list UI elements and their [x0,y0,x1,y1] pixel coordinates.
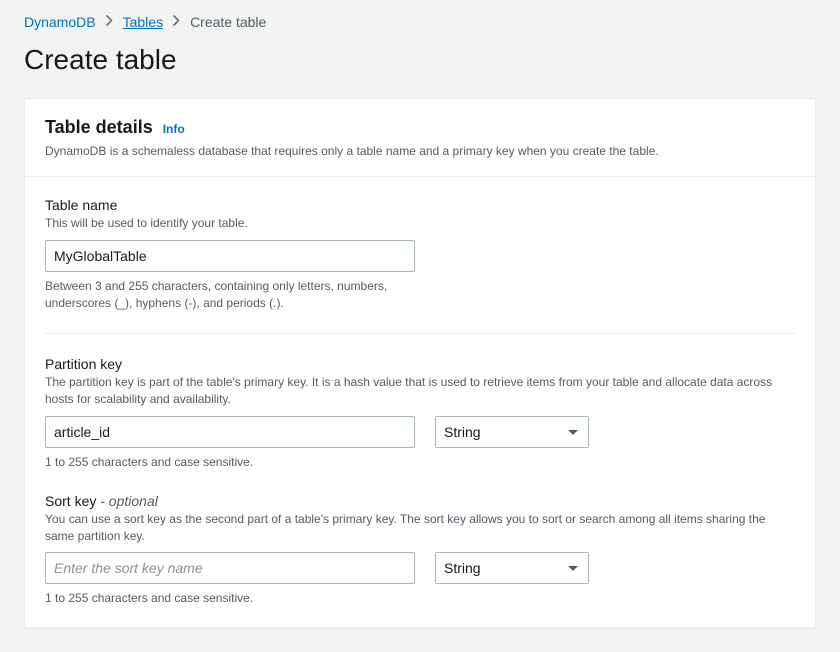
divider [45,333,795,334]
breadcrumb-tables[interactable]: Tables [123,14,163,30]
breadcrumb-current: Create table [190,14,266,30]
partition-key-input[interactable] [45,416,415,448]
sort-key-optional-suffix: - optional [96,493,157,509]
sort-key-type-select[interactable]: String [435,552,589,584]
sort-key-label: Sort key - optional [45,493,795,509]
partition-key-label: Partition key [45,356,795,372]
sort-key-description: You can use a sort key as the second par… [45,511,795,545]
partition-key-hint: 1 to 255 characters and case sensitive. [45,454,795,471]
table-name-label: Table name [45,197,795,213]
sort-key-group: Sort key - optional You can use a sort k… [45,493,795,607]
page-title: Create table [24,44,816,76]
panel-title: Table details [45,117,153,138]
chevron-right-icon [173,15,180,29]
table-name-input[interactable] [45,240,415,272]
table-name-hint: Between 3 and 255 characters, containing… [45,278,445,312]
table-details-panel: Table details Info DynamoDB is a schemal… [24,98,816,628]
chevron-right-icon [106,15,113,29]
sort-key-type-value: String [444,560,481,576]
partition-key-type-value: String [444,424,481,440]
sort-key-input[interactable] [45,552,415,584]
panel-header: Table details Info DynamoDB is a schemal… [25,99,815,177]
partition-key-description: The partition key is part of the table's… [45,374,795,408]
partition-key-type-select[interactable]: String [435,416,589,448]
partition-key-group: Partition key The partition key is part … [45,356,795,470]
table-name-group: Table name This will be used to identify… [45,197,795,311]
info-link[interactable]: Info [163,122,185,136]
breadcrumb: DynamoDB Tables Create table [24,14,816,30]
table-name-description: This will be used to identify your table… [45,215,795,232]
panel-description: DynamoDB is a schemaless database that r… [45,144,795,158]
breadcrumb-dynamodb[interactable]: DynamoDB [24,14,96,30]
sort-key-hint: 1 to 255 characters and case sensitive. [45,590,795,607]
